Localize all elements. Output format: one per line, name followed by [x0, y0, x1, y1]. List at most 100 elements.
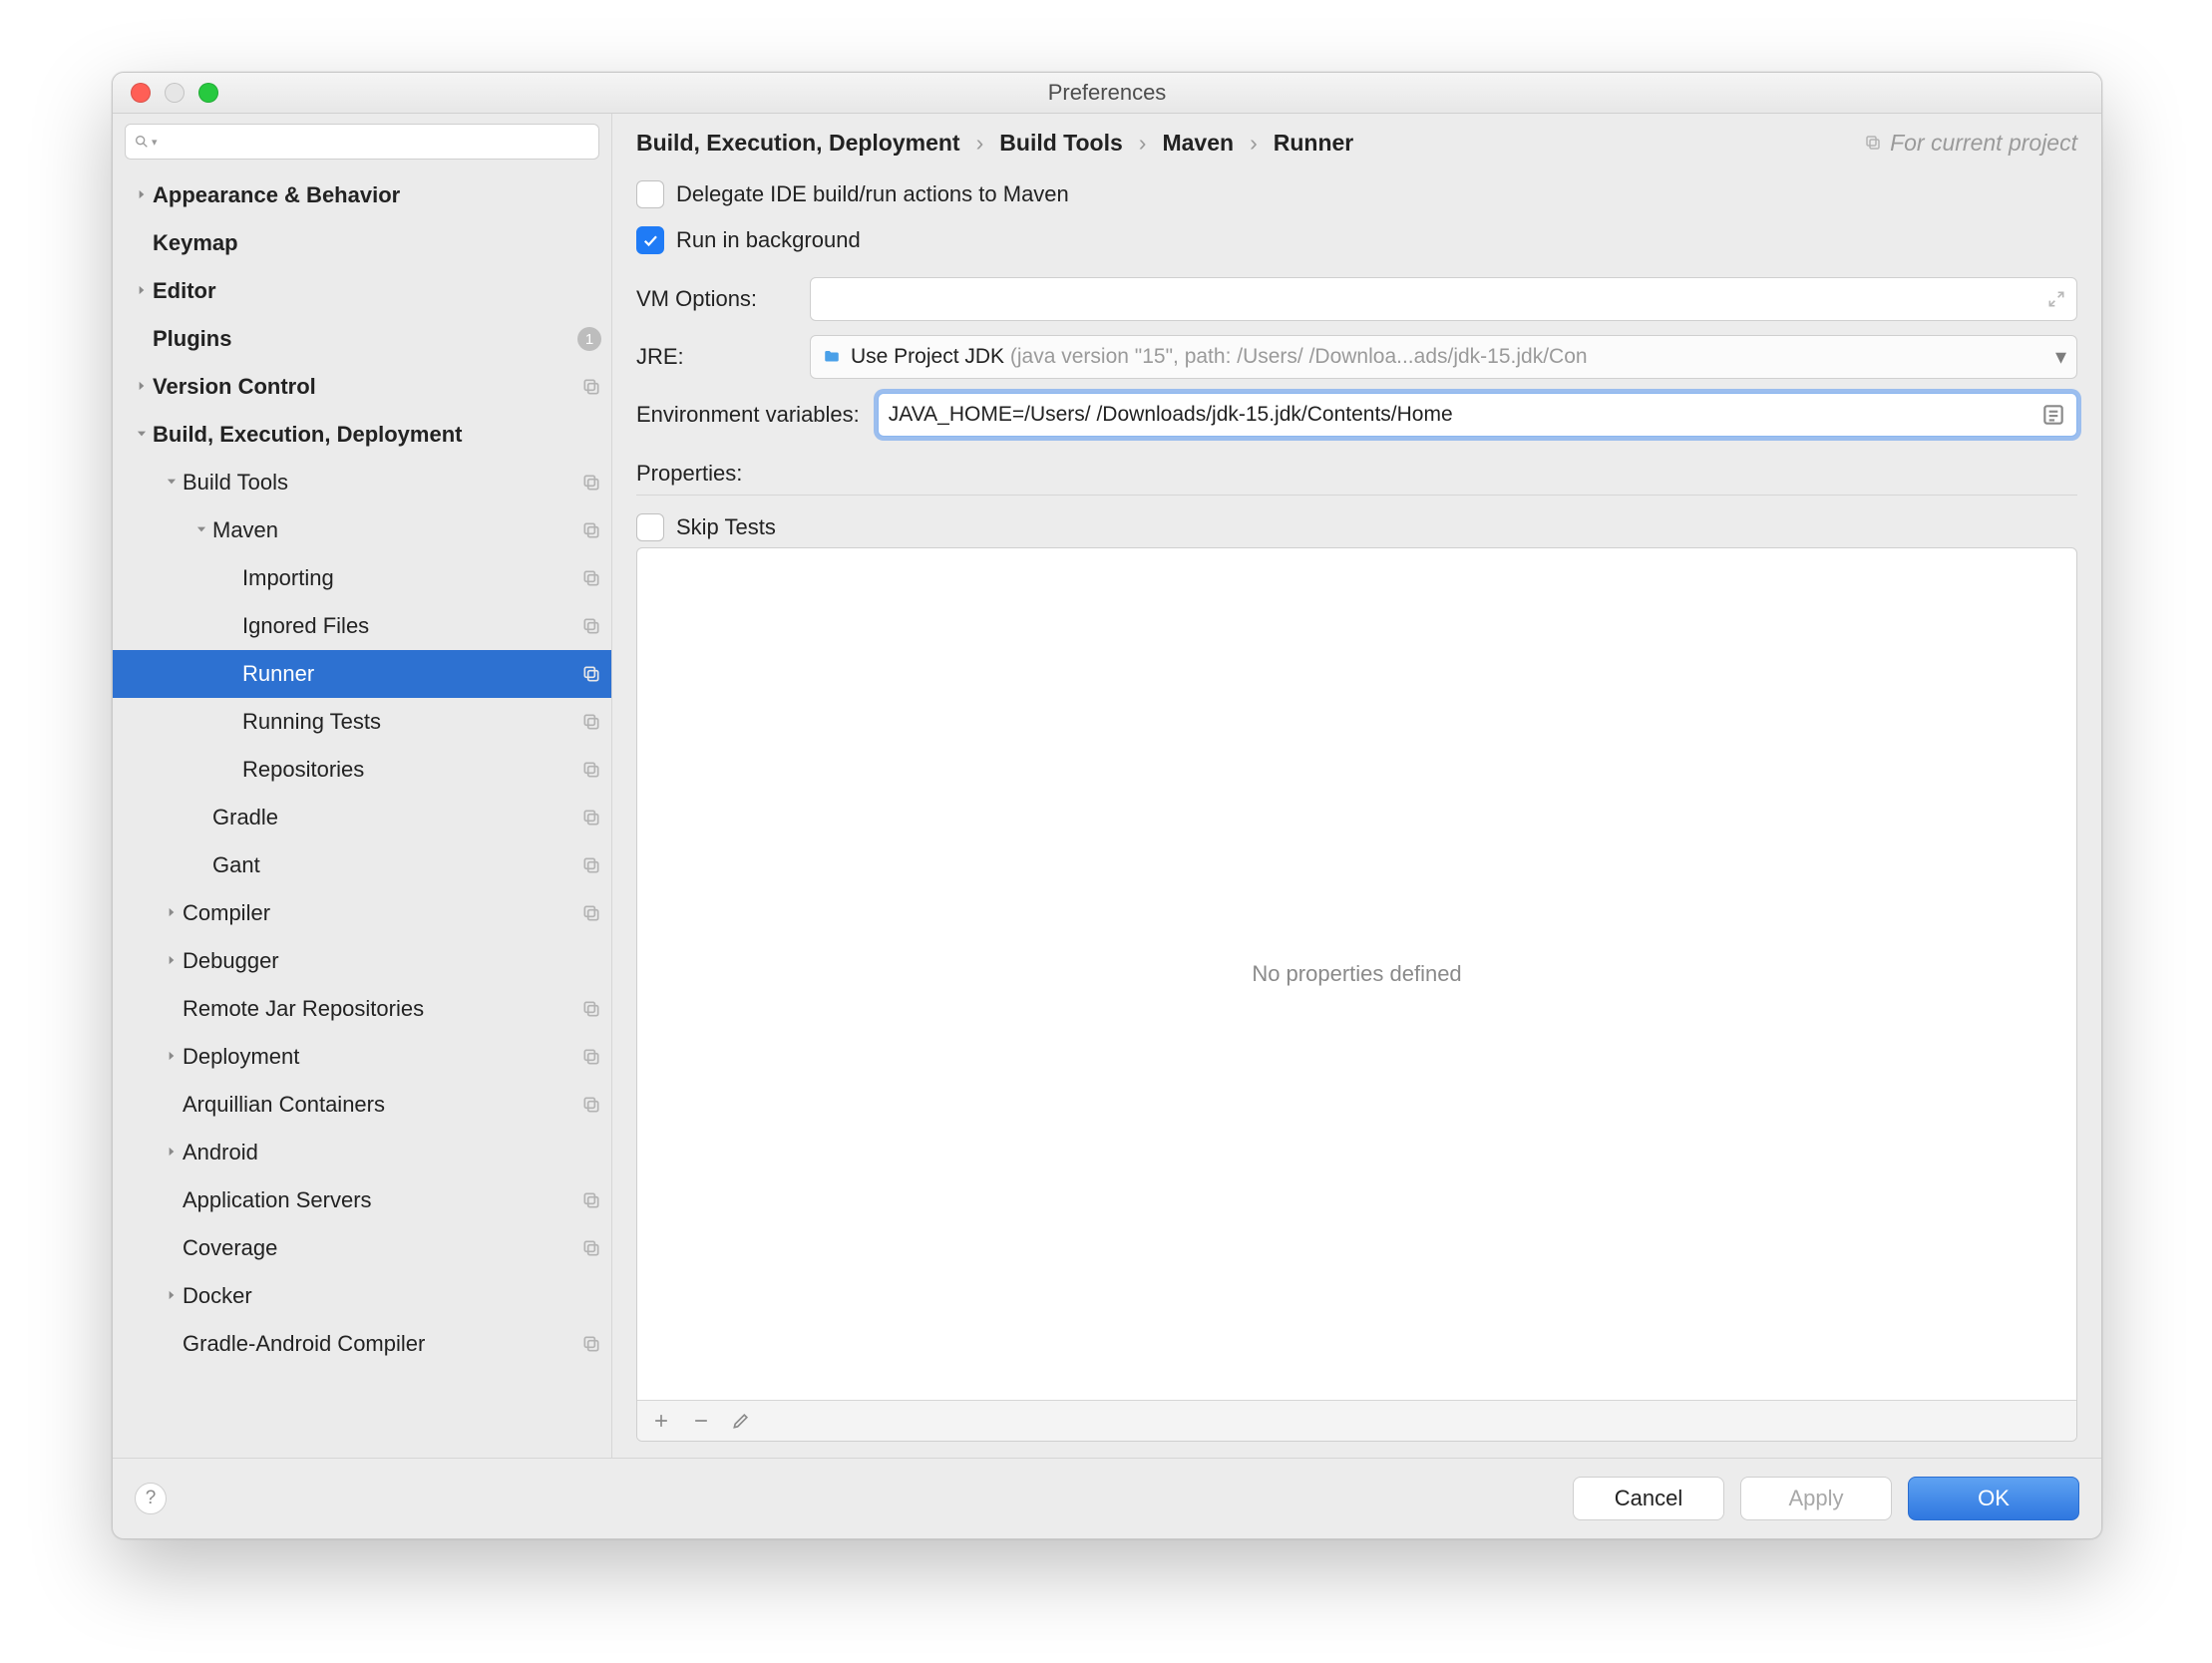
search-input[interactable]: ▾	[125, 124, 599, 160]
run-background-checkbox-row[interactable]: Run in background	[636, 217, 2077, 263]
tree-item-runner[interactable]: Runner	[113, 650, 611, 698]
expand-icon[interactable]	[2046, 289, 2066, 309]
project-scope-icon	[581, 377, 601, 397]
chevron-down-icon[interactable]	[161, 475, 183, 492]
chevron-right-icon: ›	[1139, 130, 1147, 157]
properties-panel: No properties defined	[636, 547, 2077, 1442]
env-variables-input[interactable]: JAVA_HOME=/Users/ /Downloads/jdk-15.jdk/…	[878, 393, 2077, 437]
skip-tests-checkbox-row[interactable]: Skip Tests	[636, 507, 2077, 547]
breadcrumb: Build, Execution, Deployment › Build Too…	[612, 114, 2101, 171]
project-scope-icon	[581, 760, 601, 780]
chevron-right-icon[interactable]	[161, 1049, 183, 1066]
edit-icon[interactable]	[731, 1411, 751, 1431]
skip-tests-checkbox[interactable]	[636, 513, 664, 541]
tree-item-label: Runner	[242, 661, 575, 687]
tree-item-build-execution-deployment[interactable]: Build, Execution, Deployment	[113, 411, 611, 459]
tree-item-editor[interactable]: Editor	[113, 267, 611, 315]
jre-dropdown[interactable]: Use Project JDK (java version "15", path…	[810, 335, 2077, 379]
search-dropdown-icon: ▾	[152, 136, 158, 149]
cancel-button[interactable]: Cancel	[1573, 1477, 1724, 1520]
project-scope-icon	[581, 1334, 601, 1354]
chevron-right-icon[interactable]	[161, 1288, 183, 1305]
tree-item-gant[interactable]: Gant	[113, 841, 611, 889]
project-scope-icon	[581, 712, 601, 732]
tree-item-remote-jar-repositories[interactable]: Remote Jar Repositories	[113, 985, 611, 1033]
properties-label: Properties:	[636, 461, 2077, 487]
tree-item-label: Application Servers	[183, 1187, 575, 1213]
sidebar: ▾ Appearance & BehaviorKeymapEditorPlugi…	[113, 114, 612, 1458]
project-scope-icon	[581, 855, 601, 875]
project-scope-icon	[581, 520, 601, 540]
window-minimize-button[interactable]	[165, 83, 184, 103]
project-scope-icon	[581, 1190, 601, 1210]
tree-item-running-tests[interactable]: Running Tests	[113, 698, 611, 746]
chevron-right-icon[interactable]	[131, 283, 153, 300]
tree-item-plugins[interactable]: Plugins1	[113, 315, 611, 363]
add-icon[interactable]	[651, 1411, 671, 1431]
copy-icon	[1864, 134, 1882, 152]
chevron-right-icon[interactable]	[161, 953, 183, 970]
run-background-checkbox[interactable]	[636, 226, 664, 254]
crumb-4: Runner	[1274, 130, 1354, 157]
delegate-label: Delegate IDE build/run actions to Maven	[676, 181, 1069, 207]
tree-item-application-servers[interactable]: Application Servers	[113, 1176, 611, 1224]
remove-icon[interactable]	[691, 1411, 711, 1431]
delegate-checkbox-row[interactable]: Delegate IDE build/run actions to Maven	[636, 171, 2077, 217]
tree-item-maven[interactable]: Maven	[113, 506, 611, 554]
project-scope-icon	[581, 664, 601, 684]
tree-item-arquillian-containers[interactable]: Arquillian Containers	[113, 1081, 611, 1129]
tree-item-label: Running Tests	[242, 709, 575, 735]
chevron-down-icon[interactable]	[131, 427, 153, 444]
chevron-right-icon[interactable]	[161, 905, 183, 922]
tree-item-compiler[interactable]: Compiler	[113, 889, 611, 937]
tree-item-label: Deployment	[183, 1044, 575, 1070]
chevron-down-icon: ▾	[2055, 344, 2066, 370]
tree-item-gradle[interactable]: Gradle	[113, 794, 611, 841]
project-scope-label: For current project	[1890, 130, 2077, 157]
env-label: Environment variables:	[636, 402, 860, 428]
tree-item-gradle-android-compiler[interactable]: Gradle-Android Compiler	[113, 1320, 611, 1368]
tree-item-keymap[interactable]: Keymap	[113, 219, 611, 267]
edit-list-icon[interactable]	[2040, 402, 2066, 428]
titlebar: Preferences	[113, 73, 2101, 114]
apply-button[interactable]: Apply	[1740, 1477, 1892, 1520]
chevron-right-icon[interactable]	[131, 379, 153, 396]
separator	[636, 495, 2077, 496]
tree-item-coverage[interactable]: Coverage	[113, 1224, 611, 1272]
project-scope-icon	[581, 568, 601, 588]
jre-label: JRE:	[636, 344, 792, 370]
tree-item-label: Compiler	[183, 900, 575, 926]
tree-item-appearance-behavior[interactable]: Appearance & Behavior	[113, 171, 611, 219]
project-scope-icon	[581, 616, 601, 636]
crumb-3[interactable]: Maven	[1162, 130, 1234, 157]
tree-item-android[interactable]: Android	[113, 1129, 611, 1176]
chevron-right-icon[interactable]	[131, 187, 153, 204]
chevron-right-icon[interactable]	[161, 1145, 183, 1162]
window-close-button[interactable]	[131, 83, 151, 103]
tree-item-version-control[interactable]: Version Control	[113, 363, 611, 411]
chevron-down-icon[interactable]	[190, 522, 212, 539]
dialog-footer: ? Cancel Apply OK	[113, 1458, 2101, 1538]
window-zoom-button[interactable]	[198, 83, 218, 103]
tree-item-repositories[interactable]: Repositories	[113, 746, 611, 794]
tree-item-importing[interactable]: Importing	[113, 554, 611, 602]
project-scope-indicator: For current project	[1864, 130, 2077, 157]
tree-item-build-tools[interactable]: Build Tools	[113, 459, 611, 506]
tree-item-docker[interactable]: Docker	[113, 1272, 611, 1320]
tree-item-ignored-files[interactable]: Ignored Files	[113, 602, 611, 650]
tree-item-deployment[interactable]: Deployment	[113, 1033, 611, 1081]
project-scope-icon	[581, 999, 601, 1019]
project-scope-icon	[581, 1095, 601, 1115]
delegate-checkbox[interactable]	[636, 180, 664, 208]
chevron-right-icon: ›	[976, 130, 984, 157]
help-button[interactable]: ?	[135, 1483, 167, 1514]
tree-item-debugger[interactable]: Debugger	[113, 937, 611, 985]
crumb-2[interactable]: Build Tools	[999, 130, 1123, 157]
crumb-1[interactable]: Build, Execution, Deployment	[636, 130, 960, 157]
vm-options-input[interactable]	[810, 277, 2077, 321]
env-value: JAVA_HOME=/Users/ /Downloads/jdk-15.jdk/…	[889, 403, 2040, 427]
ok-button[interactable]: OK	[1908, 1477, 2079, 1520]
tree-item-label: Arquillian Containers	[183, 1092, 575, 1118]
properties-empty-label: No properties defined	[637, 548, 2076, 1400]
project-scope-icon	[581, 903, 601, 923]
